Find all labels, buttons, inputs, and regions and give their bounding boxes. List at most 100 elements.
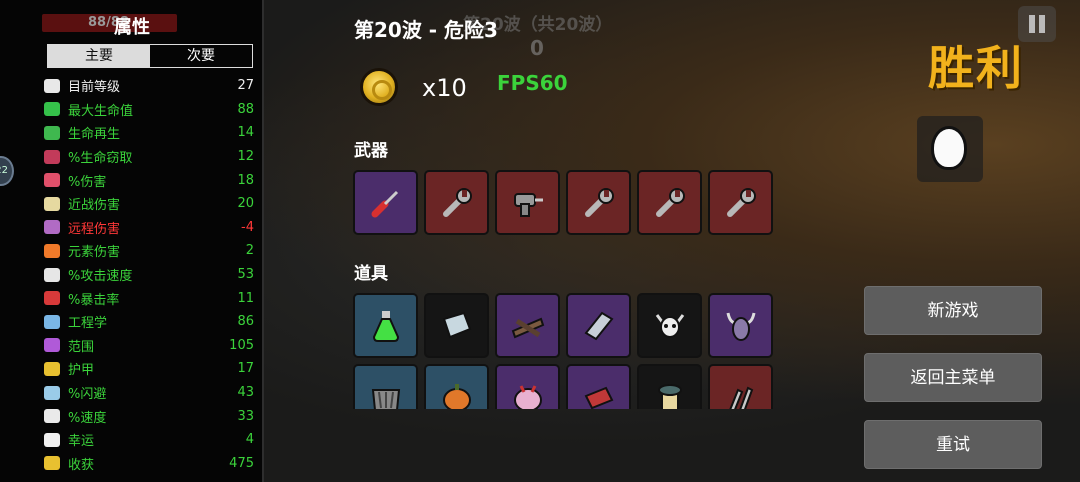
stat-value: 14 — [237, 125, 254, 141]
fire-icon — [44, 243, 60, 258]
stat-row[interactable]: %生命窃取 12 — [44, 145, 254, 169]
rockets-icon — [729, 386, 754, 409]
level-icon — [44, 78, 60, 93]
stat-value: 20 — [237, 196, 254, 212]
stat-row[interactable]: 护甲 17 — [44, 357, 254, 381]
inventory-slot[interactable] — [708, 170, 773, 235]
inventory-slot[interactable] — [353, 364, 418, 409]
inventory-slot[interactable] — [637, 293, 702, 358]
stat-label: 远程伤害 — [68, 221, 121, 237]
tab-primary[interactable]: 主要 — [48, 45, 150, 67]
stat-row[interactable]: 工程学 86 — [44, 310, 254, 334]
ghost-counter: 0 — [530, 36, 544, 60]
shield-icon — [44, 361, 60, 376]
wrench-icon — [443, 188, 472, 217]
new-game-button[interactable]: 新游戏 — [864, 286, 1042, 335]
stat-row[interactable]: 范围 105 — [44, 334, 254, 358]
jar-icon — [658, 384, 682, 409]
inventory-slot[interactable] — [637, 364, 702, 409]
stat-row[interactable]: 幸运 4 — [44, 428, 254, 452]
brain-icon — [514, 385, 542, 409]
stat-value: 2 — [245, 243, 254, 259]
wrench-cross-icon — [44, 314, 60, 329]
inventory-slot[interactable] — [495, 364, 560, 409]
stat-label: 收获 — [68, 457, 95, 473]
stat-row[interactable]: 收获 475 — [44, 452, 254, 476]
stat-value: 4 — [245, 432, 254, 448]
stat-row[interactable]: %速度 33 — [44, 404, 254, 428]
stat-label: 幸运 — [68, 434, 95, 450]
inventory-slot[interactable] — [495, 293, 560, 358]
inventory-slot[interactable] — [566, 293, 631, 358]
claw-icon — [371, 389, 401, 409]
inventory-slot[interactable] — [566, 170, 631, 235]
book-icon — [442, 311, 472, 339]
main-menu-button[interactable]: 返回主菜单 — [864, 353, 1042, 402]
wrench-icon — [656, 188, 685, 217]
stat-value: 86 — [237, 314, 254, 330]
stat-value: 43 — [237, 385, 254, 401]
ranged-icon — [44, 220, 60, 235]
drill-icon — [514, 193, 543, 217]
stat-row[interactable]: 最大生命值 88 — [44, 98, 254, 122]
stat-row[interactable]: %闪避 43 — [44, 381, 254, 405]
stat-value: 27 — [237, 78, 254, 94]
stat-value: -4 — [241, 219, 254, 235]
stat-row[interactable]: 远程伤害 -4 — [44, 216, 254, 240]
side-level-badge: 22 — [0, 156, 14, 186]
harvest-icon — [44, 456, 60, 471]
items-scroll-clip[interactable] — [353, 362, 793, 409]
inventory-slot[interactable] — [495, 170, 560, 235]
stat-label: 最大生命值 — [68, 103, 134, 119]
stat-label: %速度 — [68, 410, 107, 426]
heart-icon — [44, 102, 60, 117]
inventory-slot[interactable] — [708, 293, 773, 358]
weapons-title: 武器 — [354, 141, 388, 161]
inventory-slot[interactable] — [424, 293, 489, 358]
wave-title: 第20波 - 危险3 — [354, 18, 498, 42]
stat-value: 53 — [237, 267, 254, 283]
stat-row[interactable]: 目前等级 27 — [44, 74, 254, 98]
stat-label: %伤害 — [68, 174, 107, 190]
dice-icon — [44, 432, 60, 447]
stats-panel: 88/88 属性 22 主要 次要 目前等级27最大生命值88生命再生14%生命… — [0, 0, 264, 482]
stat-value: 88 — [237, 101, 254, 117]
retry-button[interactable]: 重试 — [864, 420, 1042, 469]
fps-counter: FPS60 — [497, 71, 568, 95]
stat-value: 33 — [237, 408, 254, 424]
stat-value: 475 — [229, 455, 254, 471]
stat-value: 18 — [237, 172, 254, 188]
demon-head-icon — [726, 312, 756, 341]
stat-label: %攻击速度 — [68, 269, 133, 285]
metal-plate-icon — [584, 311, 614, 341]
stat-row[interactable]: %攻击速度 53 — [44, 263, 254, 287]
egg-character-icon — [931, 126, 967, 170]
stat-value: 105 — [229, 337, 254, 353]
wrench-icon — [585, 188, 614, 217]
planks-icon — [511, 317, 545, 339]
wrench-icon — [727, 188, 756, 217]
inventory-slot[interactable] — [637, 170, 702, 235]
stat-label: 工程学 — [68, 316, 108, 332]
tab-secondary[interactable]: 次要 — [150, 45, 252, 67]
stat-label: 近战伤害 — [68, 198, 121, 214]
stat-row[interactable]: %伤害 18 — [44, 168, 254, 192]
range-icon — [44, 338, 60, 353]
inventory-slot[interactable] — [566, 364, 631, 409]
stat-row[interactable]: 近战伤害 20 — [44, 192, 254, 216]
inventory-slot[interactable] — [708, 364, 773, 409]
stat-label: 护甲 — [68, 363, 95, 379]
inventory-slot[interactable] — [424, 364, 489, 409]
stat-label: 元素伤害 — [68, 245, 121, 261]
stats-tabs: 主要 次要 — [47, 44, 253, 68]
stats-title: 属性 — [114, 17, 150, 38]
stat-row[interactable]: 生命再生 14 — [44, 121, 254, 145]
stat-row[interactable]: %暴击率 11 — [44, 286, 254, 310]
damage-icon — [44, 173, 60, 188]
dodge-icon — [44, 385, 60, 400]
inventory-slot[interactable] — [424, 170, 489, 235]
stat-row[interactable]: 元素伤害 2 — [44, 239, 254, 263]
inventory-slot[interactable] — [353, 170, 418, 235]
stat-value: 17 — [237, 361, 254, 377]
inventory-slot[interactable] — [353, 293, 418, 358]
